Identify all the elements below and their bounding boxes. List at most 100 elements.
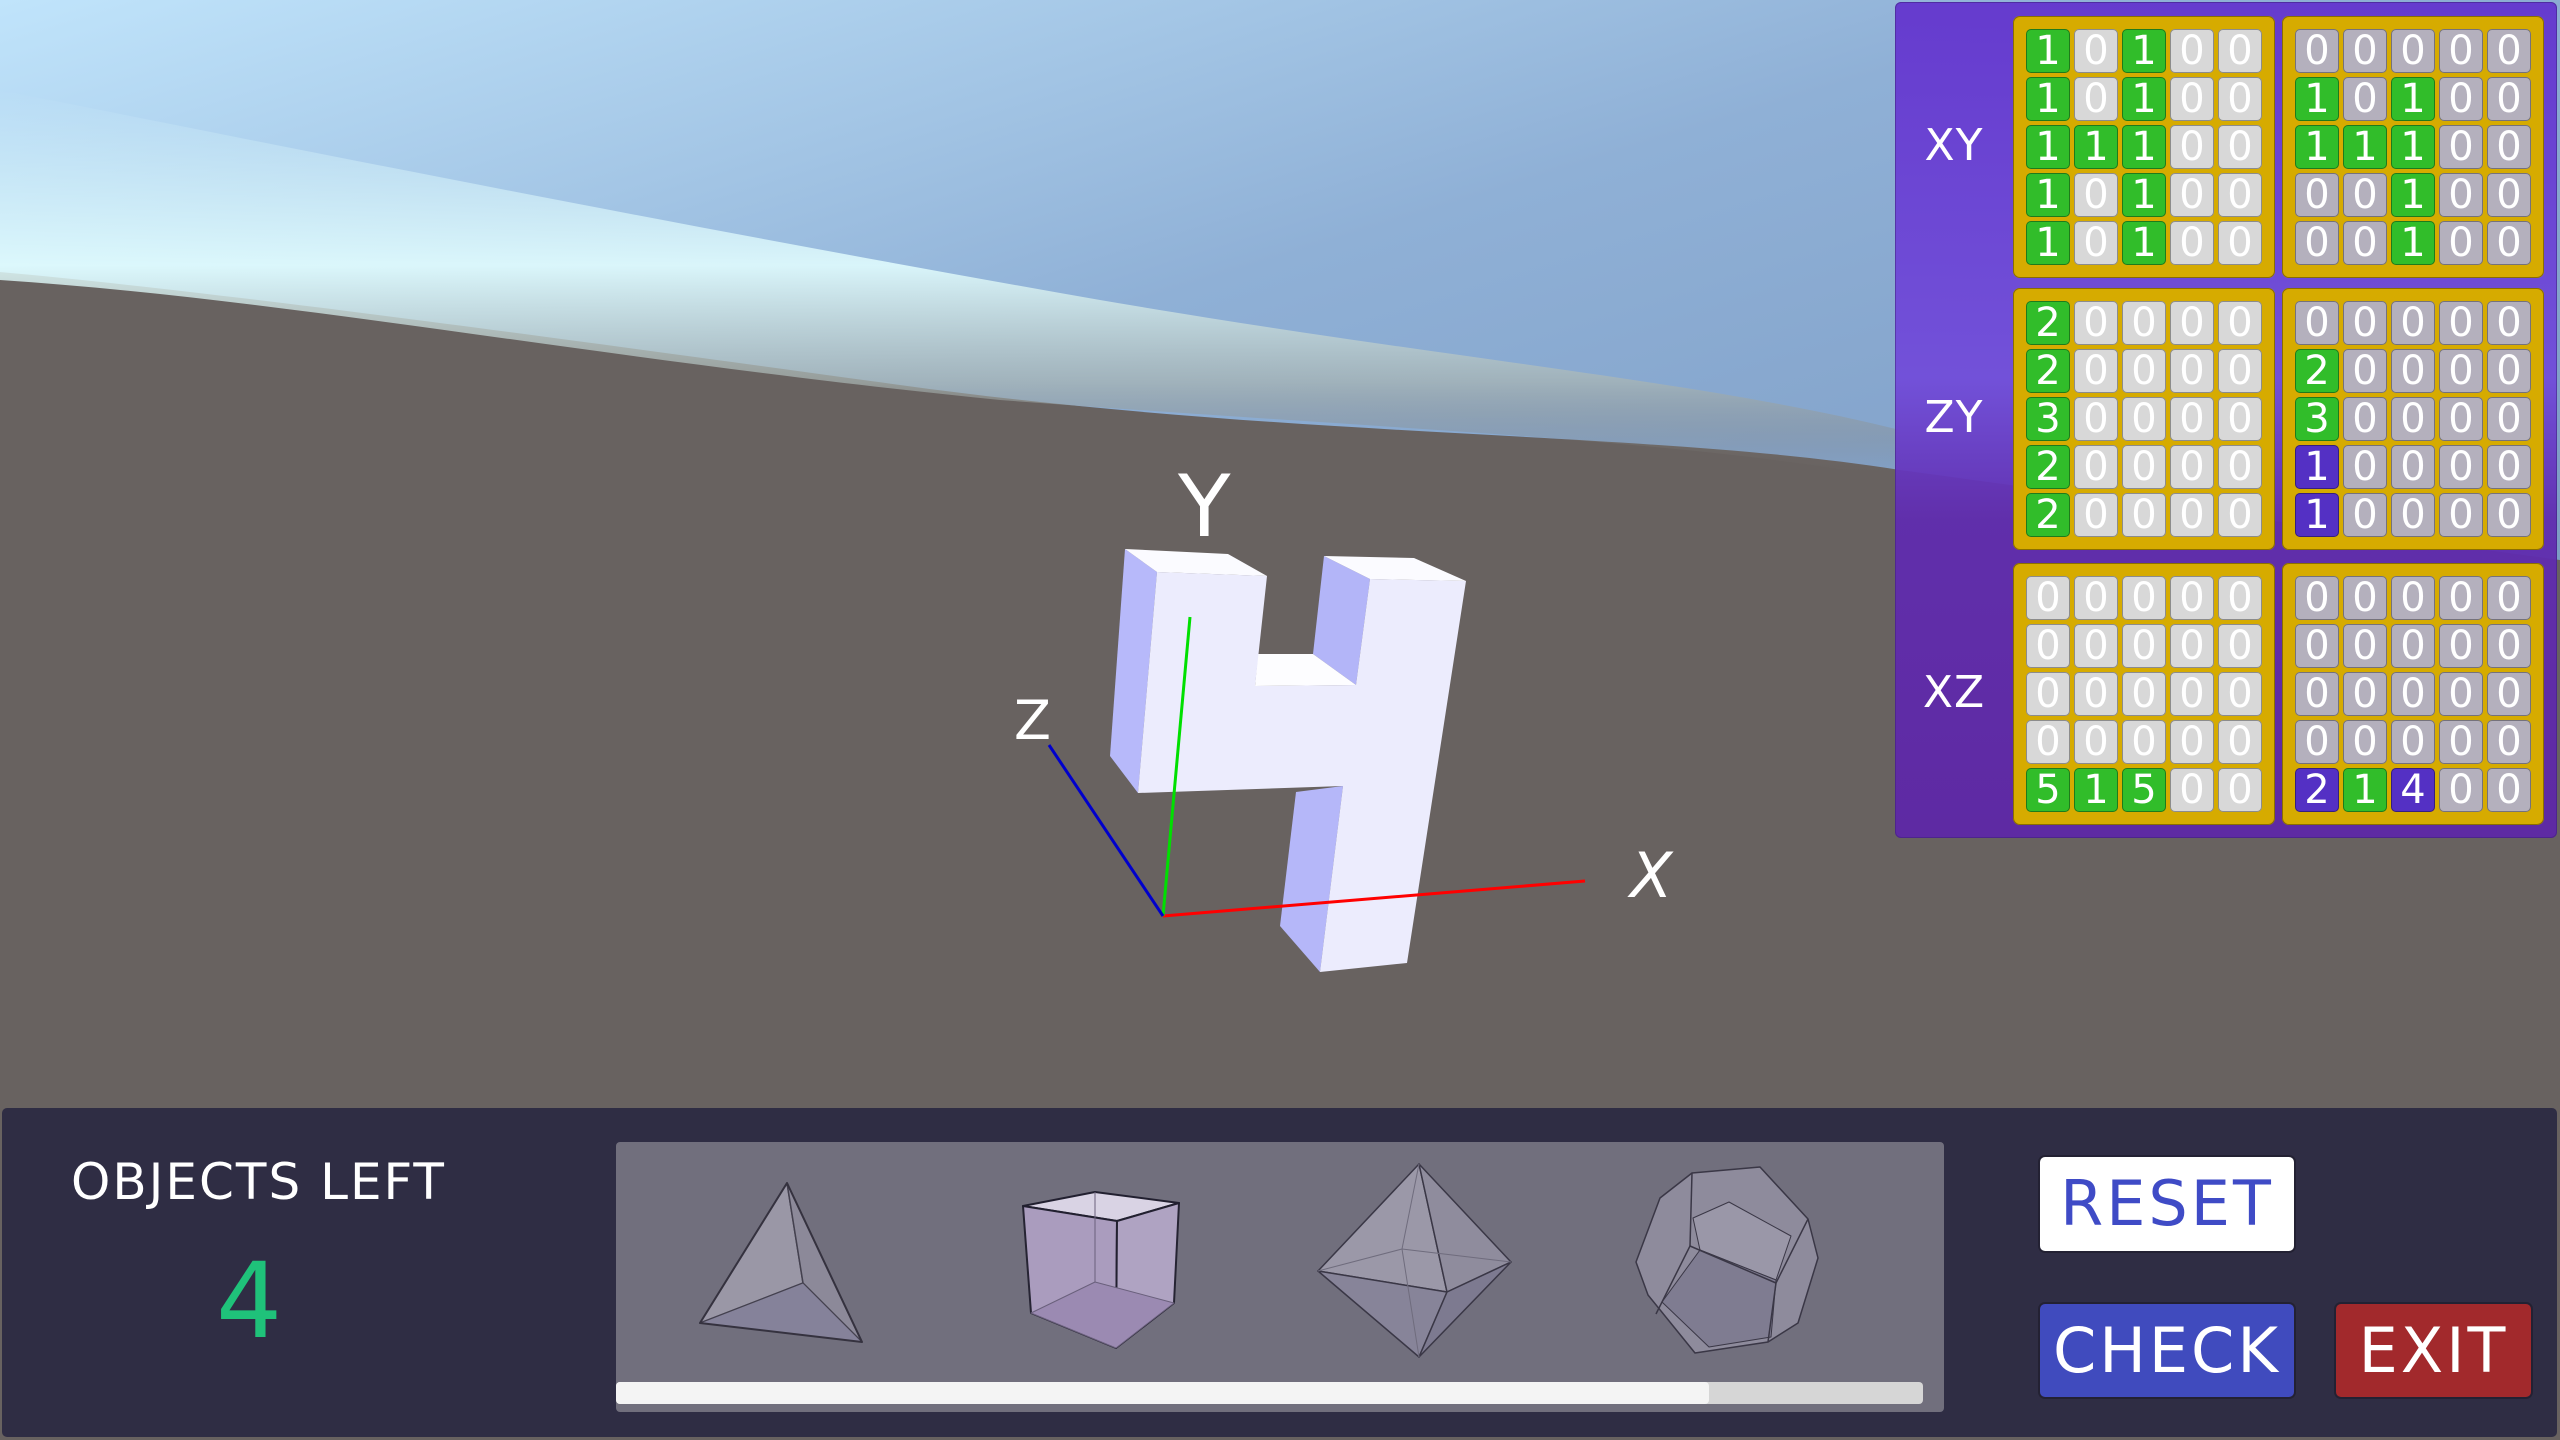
grid-cell: 0 xyxy=(2439,125,2483,169)
grid-cell: 0 xyxy=(2122,397,2166,441)
grid-cell: 0 xyxy=(2074,221,2118,265)
grid-cell: 3 xyxy=(2026,397,2070,441)
grid-cell: 0 xyxy=(2487,672,2531,716)
grid-cell: 0 xyxy=(2218,397,2262,441)
grid-cell: 0 xyxy=(2343,672,2387,716)
grid-cell: 0 xyxy=(2026,720,2070,764)
grid-cell: 0 xyxy=(2218,301,2262,345)
grid-cell: 1 xyxy=(2026,221,2070,265)
grid-cell: 1 xyxy=(2295,125,2339,169)
grid-cell: 0 xyxy=(2439,397,2483,441)
grid-cell: 0 xyxy=(2170,173,2214,217)
grid-cell: 0 xyxy=(2343,624,2387,668)
grid-cell: 0 xyxy=(2170,768,2214,812)
grid-cell: 0 xyxy=(2487,493,2531,537)
grid-cell: 1 xyxy=(2391,125,2435,169)
grid-cell: 2 xyxy=(2295,768,2339,812)
grid-cell: 0 xyxy=(2439,301,2483,345)
grid-cell: 0 xyxy=(2295,221,2339,265)
grid-cell: 0 xyxy=(2170,349,2214,393)
exit-button[interactable]: EXIT xyxy=(2336,1304,2531,1397)
grid-cell: 2 xyxy=(2026,301,2070,345)
grid-cell: 0 xyxy=(2074,77,2118,121)
grid-cell: 0 xyxy=(2391,349,2435,393)
shape-dodecahedron[interactable] xyxy=(1635,1166,1819,1354)
shape-tetrahedron[interactable] xyxy=(699,1182,863,1343)
grid-cell: 0 xyxy=(2218,77,2262,121)
grid-cell: 0 xyxy=(2170,720,2214,764)
grid-cell: 0 xyxy=(2170,624,2214,668)
grid-cell: 0 xyxy=(2170,29,2214,73)
shape-palette-scrollbar[interactable] xyxy=(616,1382,1923,1404)
objects-left-count: 4 xyxy=(216,1240,283,1362)
grid-cell: 0 xyxy=(2391,672,2435,716)
grid-cell: 1 xyxy=(2343,125,2387,169)
grid-cell: 0 xyxy=(2439,445,2483,489)
grid-cell: 0 xyxy=(2439,173,2483,217)
grid-cell: 0 xyxy=(2343,301,2387,345)
grid-cell: 0 xyxy=(2343,576,2387,620)
grid-cell: 0 xyxy=(2218,349,2262,393)
grid-cell: 0 xyxy=(2439,624,2483,668)
grid-cell: 0 xyxy=(2074,445,2118,489)
grid-cell: 0 xyxy=(2487,349,2531,393)
grid-cell: 1 xyxy=(2295,493,2339,537)
grid-cell: 0 xyxy=(2439,29,2483,73)
grid-cell: 0 xyxy=(2487,720,2531,764)
grid-cell: 0 xyxy=(2343,221,2387,265)
grid-cell: 1 xyxy=(2074,125,2118,169)
grid-cell: 0 xyxy=(2218,624,2262,668)
grid-cell: 0 xyxy=(2343,173,2387,217)
grid-cell: 0 xyxy=(2391,301,2435,345)
grid-cell: 0 xyxy=(2343,445,2387,489)
grid-cell: 0 xyxy=(2391,576,2435,620)
grid-cell: 0 xyxy=(2218,493,2262,537)
grid-cell: 0 xyxy=(2170,397,2214,441)
shape-cube[interactable] xyxy=(1022,1191,1180,1349)
grid-cell: 0 xyxy=(2122,445,2166,489)
grid-cell: 0 xyxy=(2487,768,2531,812)
reset-button[interactable]: RESET xyxy=(2040,1157,2294,1251)
grid-cell: 1 xyxy=(2026,29,2070,73)
grid-cell: 0 xyxy=(2487,301,2531,345)
grid-cell: 0 xyxy=(2391,29,2435,73)
grid-cell: 0 xyxy=(2343,29,2387,73)
grid-cell: 0 xyxy=(2122,624,2166,668)
grid-cell: 0 xyxy=(2170,672,2214,716)
scrollbar-thumb[interactable] xyxy=(616,1382,1709,1404)
grid-cell: 0 xyxy=(2439,221,2483,265)
x-axis-label: X xyxy=(1627,839,1674,912)
plane-label-zy: ZY xyxy=(1924,392,1984,443)
grid-cell: 0 xyxy=(2170,576,2214,620)
check-button[interactable]: CHECK xyxy=(2040,1304,2294,1397)
grid-cell: 0 xyxy=(2487,576,2531,620)
grid-cell: 0 xyxy=(2487,445,2531,489)
grid-cell: 1 xyxy=(2391,173,2435,217)
grid-cell: 2 xyxy=(2295,349,2339,393)
grid-cell: 0 xyxy=(2218,576,2262,620)
shape-octahedron[interactable] xyxy=(1317,1163,1512,1358)
grid-cell: 0 xyxy=(2295,720,2339,764)
grid-cell: 0 xyxy=(2026,576,2070,620)
xy-target-grid: 1010010100111001010010100 xyxy=(2013,16,2275,278)
grid-cell: 0 xyxy=(2295,301,2339,345)
grid-cell: 0 xyxy=(2391,397,2435,441)
grid-cell: 0 xyxy=(2391,445,2435,489)
xy-current-grid: 0000010100111000010000100 xyxy=(2282,16,2544,278)
grid-cell: 0 xyxy=(2343,493,2387,537)
grid-cell: 4 xyxy=(2391,768,2435,812)
grid-cell: 0 xyxy=(2074,672,2118,716)
grid-cell: 0 xyxy=(2218,672,2262,716)
grid-cell: 0 xyxy=(2295,624,2339,668)
grid-cell: 1 xyxy=(2391,77,2435,121)
grid-cell: 0 xyxy=(2026,672,2070,716)
z-axis-label: Z xyxy=(1014,689,1051,752)
grid-cell: 2 xyxy=(2026,445,2070,489)
grid-cell: 0 xyxy=(2487,173,2531,217)
grid-cell: 0 xyxy=(2170,445,2214,489)
grid-cell: 1 xyxy=(2391,221,2435,265)
grid-cell: 0 xyxy=(2439,77,2483,121)
grid-cell: 0 xyxy=(2122,672,2166,716)
grid-cell: 0 xyxy=(2122,576,2166,620)
y-axis-label: Y xyxy=(1177,457,1231,557)
